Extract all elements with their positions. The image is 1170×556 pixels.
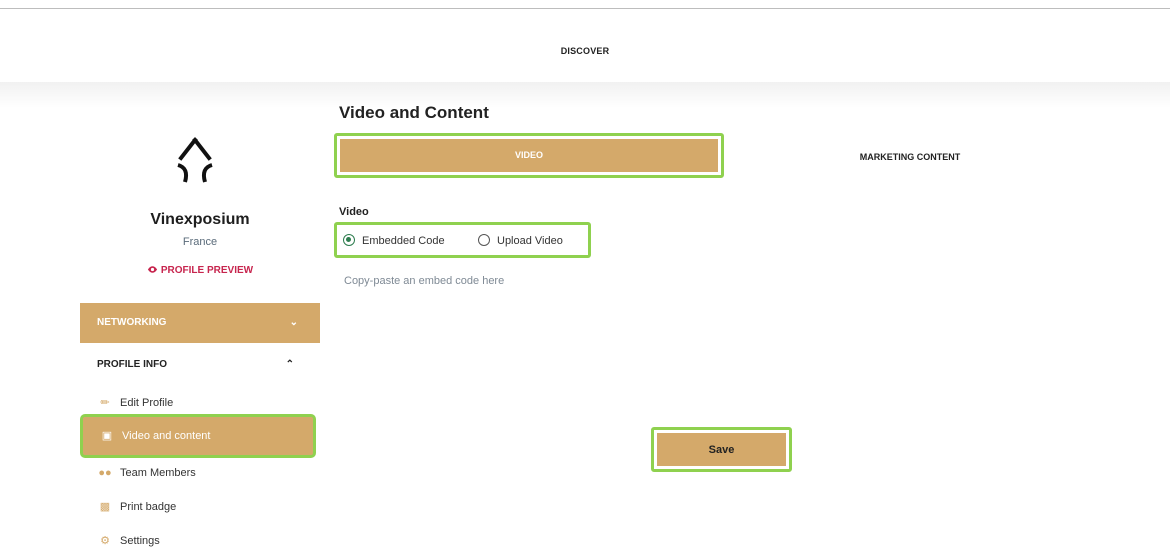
networking-label: NETWORKING bbox=[97, 317, 167, 328]
tab-marketing-content[interactable]: MARKETING CONTENT bbox=[800, 152, 1020, 162]
media-icon: ▣ bbox=[101, 430, 113, 442]
radio-embedded-code[interactable]: Embedded Code bbox=[343, 234, 445, 248]
company-name: Vinexposium bbox=[150, 211, 250, 228]
pencil-icon: ✏ bbox=[100, 397, 110, 409]
sidebar-item-label: Video and content bbox=[122, 430, 211, 442]
sidebar-item-video-and-content[interactable]: ▣ Video and content bbox=[80, 414, 316, 458]
profile-preview-label: PROFILE PREVIEW bbox=[160, 265, 254, 276]
printer-icon: ▩ bbox=[99, 501, 111, 513]
header-band bbox=[0, 82, 1170, 108]
page-title: Video and Content bbox=[339, 103, 489, 122]
profile-preview-link[interactable]: PROFILE PREVIEW bbox=[80, 264, 320, 276]
save-button[interactable]: Save bbox=[657, 433, 786, 466]
sidebar-item-team-members[interactable]: ●● Team Members bbox=[80, 458, 320, 488]
sidebar-item-label: Edit Profile bbox=[120, 397, 174, 409]
video-source-radio-group: Embedded Code Upload Video bbox=[334, 222, 591, 258]
chevron-up-icon: ⌃ bbox=[285, 359, 294, 370]
tab-video-label: VIDEO bbox=[340, 139, 718, 172]
sidebar-item-label: Print badge bbox=[120, 501, 177, 513]
radio-upload-video[interactable]: Upload Video bbox=[478, 234, 563, 248]
people-icon: ●● bbox=[98, 467, 112, 479]
radio-label: Upload Video bbox=[497, 235, 563, 247]
company-country: France bbox=[182, 236, 218, 248]
profile-info-label: PROFILE INFO bbox=[97, 359, 167, 370]
video-section-label: Video bbox=[339, 206, 369, 218]
radio-label: Embedded Code bbox=[362, 235, 445, 247]
save-button-outline: Save bbox=[651, 427, 792, 472]
sidebar-item-print-badge[interactable]: ▩ Print badge bbox=[80, 492, 320, 522]
radio-checked-icon bbox=[343, 234, 355, 246]
sidebar-item-label: Team Members bbox=[120, 467, 196, 479]
embed-code-input[interactable]: Copy-paste an embed code here bbox=[344, 275, 504, 287]
sidebar-section-profile-info[interactable]: PROFILE INFO ⌃ bbox=[80, 355, 320, 375]
sidebar-item-settings[interactable]: ⚙ Settings bbox=[80, 526, 320, 556]
sidebar-item-edit-profile[interactable]: ✏ Edit Profile bbox=[80, 388, 320, 418]
chevron-down-icon: ⌄ bbox=[289, 317, 298, 328]
nav-discover[interactable]: DISCOVER bbox=[0, 46, 1170, 56]
eye-icon bbox=[147, 266, 157, 273]
sidebar-item-label: Settings bbox=[120, 535, 160, 547]
radio-unchecked-icon bbox=[478, 234, 490, 246]
gear-icon: ⚙ bbox=[100, 535, 110, 547]
sidebar-section-networking[interactable]: NETWORKING ⌄ bbox=[80, 303, 320, 343]
tab-video[interactable]: VIDEO bbox=[334, 133, 724, 178]
top-divider bbox=[0, 8, 1170, 9]
company-logo bbox=[177, 137, 213, 183]
